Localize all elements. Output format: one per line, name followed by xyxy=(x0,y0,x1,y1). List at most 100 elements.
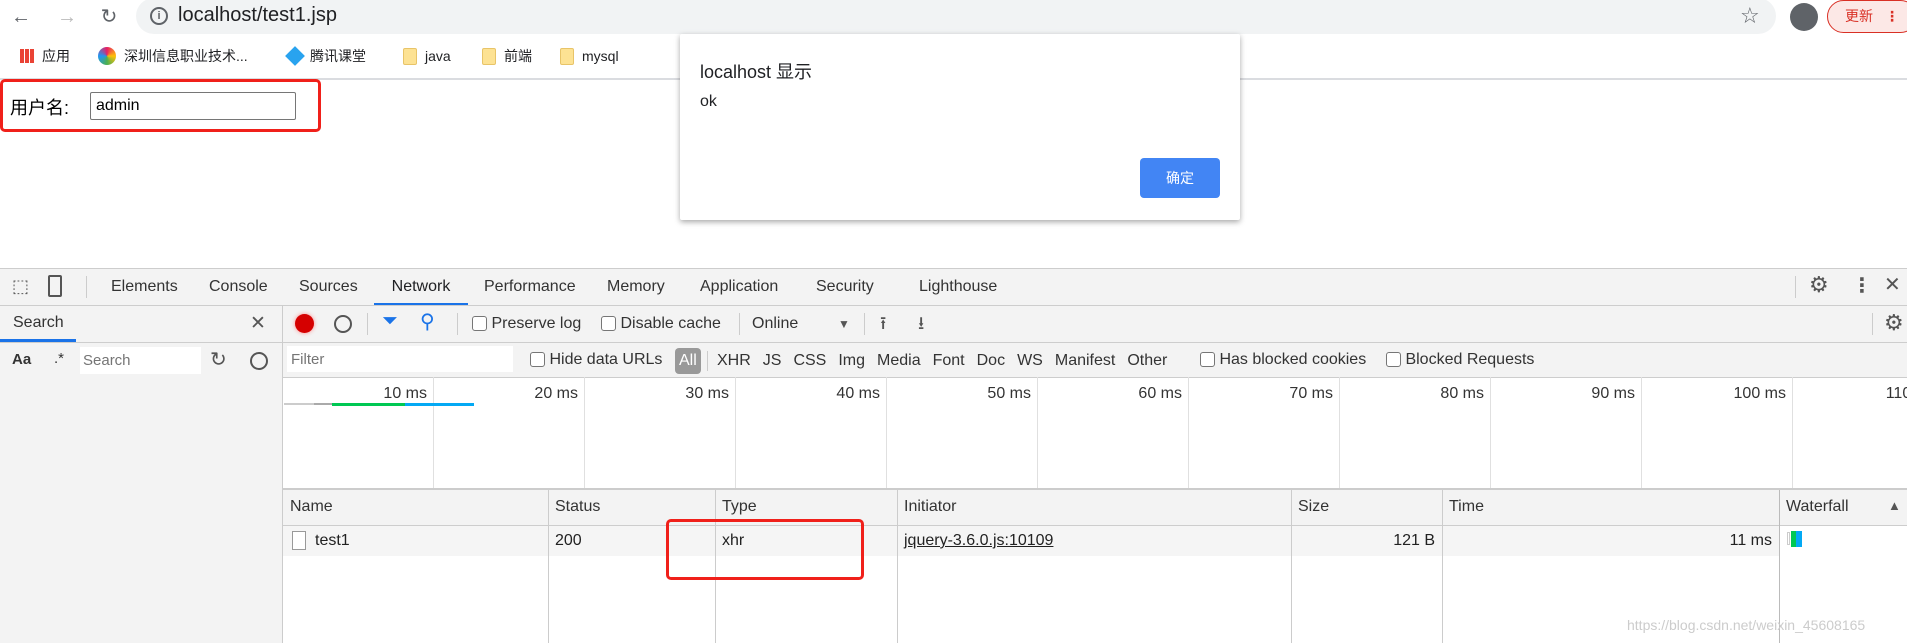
divider xyxy=(707,351,708,371)
folder-icon xyxy=(560,47,574,65)
sort-ascending-icon[interactable]: ▲ xyxy=(1888,498,1901,513)
address-bar[interactable] xyxy=(136,0,1776,34)
filter-type-js[interactable]: JS xyxy=(763,352,782,370)
column-time[interactable]: Time xyxy=(1442,489,1484,525)
clear-log-icon[interactable] xyxy=(334,315,352,333)
column-status[interactable]: Status xyxy=(548,489,600,525)
divider xyxy=(457,313,458,335)
column-initiator[interactable]: Initiator xyxy=(897,489,956,525)
bookmark-mysql[interactable]: mysql xyxy=(560,44,619,68)
back-icon[interactable]: ← xyxy=(8,4,34,30)
checkbox[interactable] xyxy=(1200,352,1215,368)
update-button[interactable]: 更新 ⋮ xyxy=(1827,0,1907,33)
timeline-gridline xyxy=(1792,377,1793,489)
tab-memory[interactable]: Memory xyxy=(607,268,665,305)
filter-type-font[interactable]: Font xyxy=(933,352,965,370)
dialog-ok-button[interactable]: 确定 xyxy=(1140,158,1220,198)
preserve-log-checkbox[interactable]: Preserve log xyxy=(472,315,581,333)
bookmark-site[interactable]: 深圳信息职业技术... xyxy=(98,44,248,68)
close-search-icon[interactable]: ✕ xyxy=(250,312,266,335)
update-label: 更新 xyxy=(1845,8,1873,24)
filter-type-all[interactable]: All xyxy=(675,348,701,374)
tab-performance[interactable]: Performance xyxy=(484,268,576,305)
site-logo-icon xyxy=(98,47,116,65)
network-settings-gear-icon[interactable]: ⚙ xyxy=(1884,310,1904,336)
tab-sources[interactable]: Sources xyxy=(299,268,358,305)
hide-data-urls-checkbox[interactable]: Hide data URLs xyxy=(530,351,662,369)
info-icon[interactable]: i xyxy=(150,7,168,25)
tab-lighthouse[interactable]: Lighthouse xyxy=(919,268,997,305)
bookmark-label: mysql xyxy=(582,48,619,64)
checkbox-label: Blocked Requests xyxy=(1405,351,1535,368)
settings-gear-icon[interactable]: ⚙ xyxy=(1809,272,1829,298)
timeline-tick-label: 40 ms xyxy=(836,385,880,402)
column-waterfall[interactable]: Waterfall xyxy=(1779,489,1849,525)
row-status: 200 xyxy=(555,532,582,549)
search-icon[interactable]: ⚲ xyxy=(420,309,435,334)
blocked-requests-checkbox[interactable]: Blocked Requests xyxy=(1386,351,1534,369)
reload-icon[interactable]: ↻ xyxy=(96,4,122,30)
bookmark-apps[interactable]: 应用 xyxy=(20,44,70,68)
tab-elements[interactable]: Elements xyxy=(111,268,178,305)
filter-icon[interactable]: ⏷ xyxy=(382,310,398,333)
match-case-toggle[interactable]: Aa xyxy=(12,351,31,368)
row-initiator-link[interactable]: jquery-3.6.0.js:10109 xyxy=(897,525,1060,556)
filter-type-img[interactable]: Img xyxy=(838,352,865,370)
timeline-gridline xyxy=(1037,377,1038,489)
device-toolbar-icon[interactable] xyxy=(48,275,62,297)
timeline-waiting-bar xyxy=(332,403,405,406)
search-panel-title[interactable]: Search xyxy=(13,314,64,332)
bookmark-label: 腾讯课堂 xyxy=(310,48,366,64)
forward-icon[interactable]: → xyxy=(54,4,80,30)
tab-network[interactable]: Network xyxy=(374,268,468,305)
filter-type-ws[interactable]: WS xyxy=(1017,352,1043,370)
bookmark-tencent[interactable]: 腾讯课堂 xyxy=(285,44,366,68)
filter-input[interactable] xyxy=(287,346,513,372)
timeline-tick-label: 20 ms xyxy=(534,385,578,402)
column-divider xyxy=(1442,490,1443,643)
checkbox[interactable] xyxy=(601,316,616,332)
inspect-element-icon[interactable]: ⬚ xyxy=(12,276,29,297)
filter-type-manifest[interactable]: Manifest xyxy=(1055,352,1115,370)
export-har-icon[interactable]: ⭳ xyxy=(918,311,924,341)
tab-console[interactable]: Console xyxy=(209,268,268,305)
bookmark-java[interactable]: java xyxy=(403,44,451,68)
column-name[interactable]: Name xyxy=(283,489,333,525)
filter-type-media[interactable]: Media xyxy=(877,352,921,370)
divider xyxy=(0,305,1907,306)
more-options-icon[interactable]: ⋮ xyxy=(1852,273,1872,298)
has-blocked-cookies-checkbox[interactable]: Has blocked cookies xyxy=(1200,351,1366,369)
disable-cache-checkbox[interactable]: Disable cache xyxy=(601,315,721,333)
filter-type-doc[interactable]: Doc xyxy=(977,352,1005,370)
regex-toggle[interactable]: .* xyxy=(54,350,64,367)
filter-type-css[interactable]: CSS xyxy=(793,352,826,370)
record-icon[interactable] xyxy=(295,314,314,333)
import-har-icon[interactable]: ⭱ xyxy=(880,311,886,341)
timeline-gridline xyxy=(735,377,736,489)
bookmark-frontend[interactable]: 前端 xyxy=(482,44,532,68)
refresh-search-icon[interactable]: ↻ xyxy=(210,347,227,372)
tab-application[interactable]: Application xyxy=(700,268,778,305)
username-input[interactable]: admin xyxy=(90,92,296,120)
bookmark-label: 前端 xyxy=(504,48,532,64)
profile-avatar-icon[interactable] xyxy=(1790,3,1818,31)
timeline-tick-label: 50 ms xyxy=(987,385,1031,402)
clear-search-icon[interactable] xyxy=(250,352,268,370)
dialog-title: localhost 显示 xyxy=(700,62,813,82)
timeline-gridline xyxy=(1490,377,1491,489)
document-icon xyxy=(292,531,306,550)
url-text[interactable]: localhost/test1.jsp xyxy=(178,4,337,27)
bookmark-star-icon[interactable]: ☆ xyxy=(1740,3,1760,29)
row-name[interactable]: test1 xyxy=(308,525,357,556)
tencent-classroom-icon xyxy=(285,46,305,66)
filter-type-xhr[interactable]: XHR xyxy=(717,352,751,370)
checkbox[interactable] xyxy=(530,352,545,368)
column-size[interactable]: Size xyxy=(1291,489,1329,525)
throttling-select[interactable]: Online ▼ xyxy=(752,315,852,333)
filter-type-other[interactable]: Other xyxy=(1127,352,1167,370)
tab-security[interactable]: Security xyxy=(816,268,874,305)
search-input[interactable] xyxy=(80,347,201,374)
checkbox[interactable] xyxy=(1386,352,1401,368)
close-devtools-icon[interactable]: ✕ xyxy=(1884,272,1901,297)
checkbox[interactable] xyxy=(472,316,487,332)
